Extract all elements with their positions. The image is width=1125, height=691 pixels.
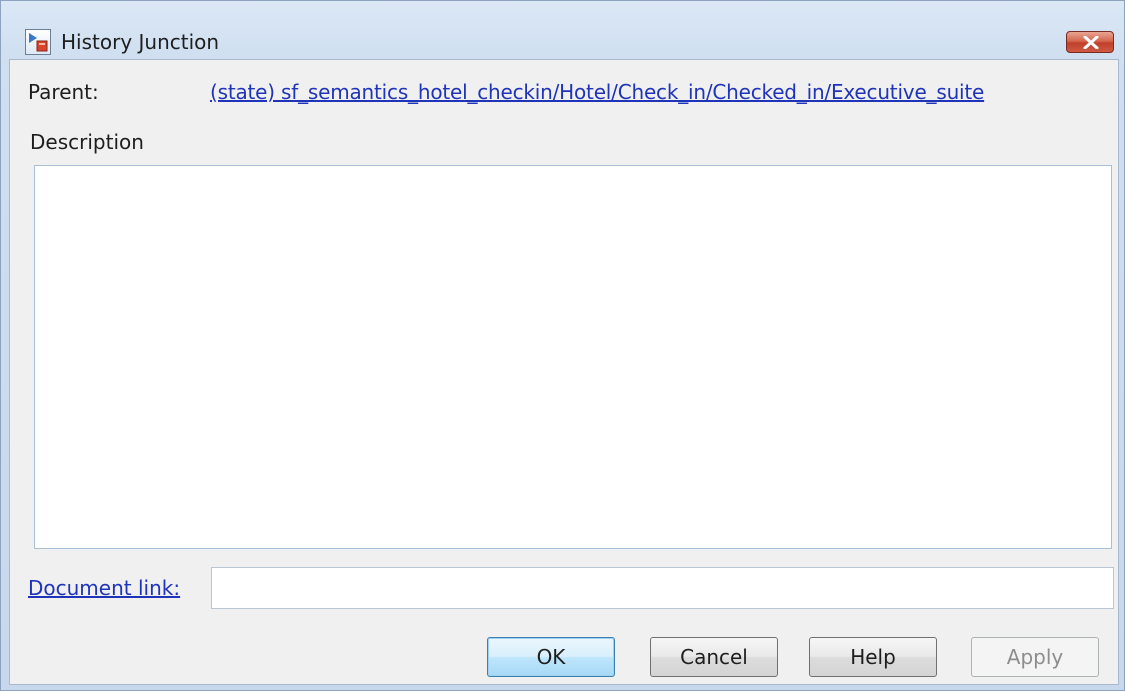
history-junction-dialog: History Junction Parent: (state) sf_sema… xyxy=(0,0,1125,691)
cancel-button[interactable]: Cancel xyxy=(650,637,778,677)
document-link-input[interactable] xyxy=(211,567,1114,609)
ok-button[interactable]: OK xyxy=(487,637,615,677)
stateflow-app-icon xyxy=(25,29,51,55)
apply-button[interactable]: Apply xyxy=(971,637,1099,677)
document-link-label[interactable]: Document link: xyxy=(28,576,180,600)
close-button[interactable] xyxy=(1066,31,1114,53)
close-icon xyxy=(1083,36,1099,49)
dialog-client-area: Parent: (state) sf_semantics_hotel_check… xyxy=(9,59,1119,685)
title-bar[interactable]: History Junction xyxy=(1,1,1124,59)
description-textarea[interactable] xyxy=(34,165,1112,549)
parent-state-link[interactable]: (state) sf_semantics_hotel_checkin/Hotel… xyxy=(210,80,984,104)
help-button[interactable]: Help xyxy=(809,637,937,677)
description-label: Description xyxy=(30,130,144,154)
parent-label: Parent: xyxy=(28,80,99,104)
window-title: History Junction xyxy=(61,30,220,54)
